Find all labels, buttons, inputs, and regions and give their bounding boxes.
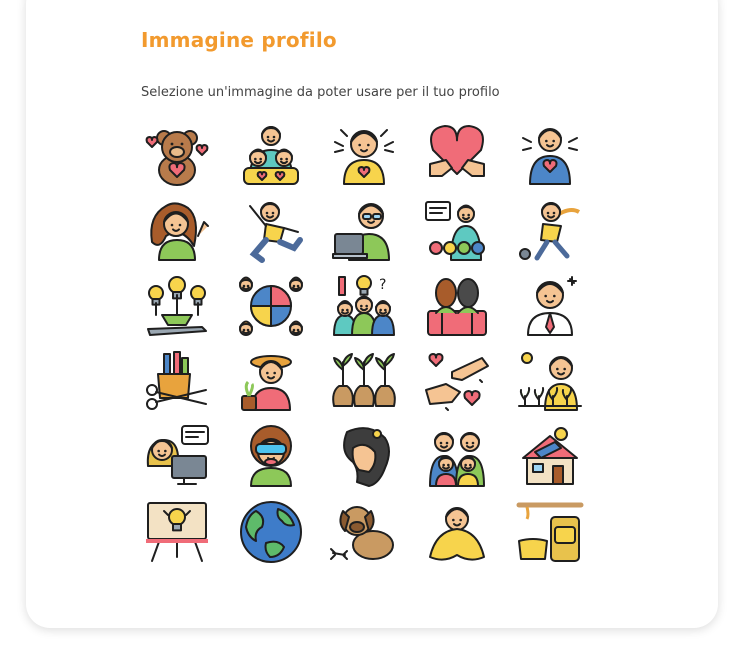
puzzle-team-icon bbox=[239, 276, 303, 336]
laughing-girl-icon bbox=[150, 202, 209, 261]
family-hug-icon bbox=[243, 126, 299, 185]
avatar-option[interactable] bbox=[236, 422, 306, 492]
avatar-option[interactable] bbox=[236, 497, 306, 567]
avatar-option[interactable] bbox=[236, 271, 306, 341]
gardener-girl-icon bbox=[241, 355, 292, 411]
avatar-option[interactable] bbox=[329, 120, 399, 190]
avatar-option[interactable] bbox=[142, 422, 212, 492]
creative-ideas-icon bbox=[147, 276, 207, 336]
girl-computer-icon bbox=[146, 425, 209, 485]
person-blanket-icon bbox=[429, 507, 485, 561]
avatar-option[interactable] bbox=[142, 497, 212, 567]
avatar-option[interactable] bbox=[515, 497, 585, 567]
avatar-option[interactable] bbox=[422, 422, 492, 492]
avatar-option[interactable] bbox=[515, 120, 585, 190]
brainstorm-team-icon: ? bbox=[333, 275, 395, 336]
avatar-option[interactable] bbox=[236, 196, 306, 266]
avatar-option[interactable] bbox=[329, 422, 399, 492]
money-plants-icon bbox=[332, 353, 396, 407]
farmer-icon bbox=[518, 352, 582, 411]
page-title: Immagine profilo bbox=[141, 28, 337, 52]
avatar-option[interactable] bbox=[422, 497, 492, 567]
woman-profile-icon bbox=[343, 427, 390, 487]
avatar-option[interactable] bbox=[515, 346, 585, 416]
vr-person-icon bbox=[250, 425, 292, 487]
avatar-option[interactable] bbox=[142, 196, 212, 266]
heart-hands-icon bbox=[429, 125, 485, 177]
avatar-option[interactable] bbox=[422, 196, 492, 266]
worker-laptop-icon bbox=[332, 203, 390, 261]
avatar-option[interactable] bbox=[236, 120, 306, 190]
avatar-option[interactable] bbox=[422, 346, 492, 416]
avatar-option[interactable] bbox=[422, 271, 492, 341]
earth-globe-icon bbox=[240, 501, 302, 563]
teacher-presentation-icon bbox=[425, 201, 485, 261]
honey-jar-icon bbox=[516, 502, 584, 562]
svg-text:?: ? bbox=[379, 277, 386, 293]
avatar-option[interactable] bbox=[142, 271, 212, 341]
self-love-icon bbox=[522, 128, 578, 185]
avatar-option[interactable]: ? bbox=[329, 271, 399, 341]
bowling-girl-icon bbox=[519, 202, 581, 261]
family-group-icon bbox=[429, 432, 485, 487]
avatar-option[interactable] bbox=[515, 422, 585, 492]
avatar-option[interactable] bbox=[329, 346, 399, 416]
avatar-option[interactable] bbox=[142, 120, 212, 190]
businessman-icon bbox=[527, 276, 577, 336]
avatar-option[interactable] bbox=[515, 196, 585, 266]
avatar-option[interactable] bbox=[329, 497, 399, 567]
avatar-option[interactable] bbox=[515, 271, 585, 341]
solar-house-icon bbox=[522, 427, 578, 485]
avatar-option[interactable] bbox=[142, 346, 212, 416]
avatar-option[interactable] bbox=[236, 346, 306, 416]
avatar-option[interactable] bbox=[329, 196, 399, 266]
avatar-option[interactable] bbox=[422, 120, 492, 190]
couple-icon bbox=[427, 278, 487, 336]
teddy-bear-icon bbox=[145, 130, 209, 186]
happy-boy-icon bbox=[334, 129, 394, 185]
idea-board-icon bbox=[146, 502, 208, 562]
page-subtitle: Selezione un'immagine da poter usare per… bbox=[141, 85, 500, 100]
dog-icon bbox=[330, 506, 394, 560]
stationery-icon bbox=[146, 351, 207, 410]
jumping-person-icon bbox=[249, 202, 303, 263]
caring-hands-icon bbox=[425, 353, 489, 411]
